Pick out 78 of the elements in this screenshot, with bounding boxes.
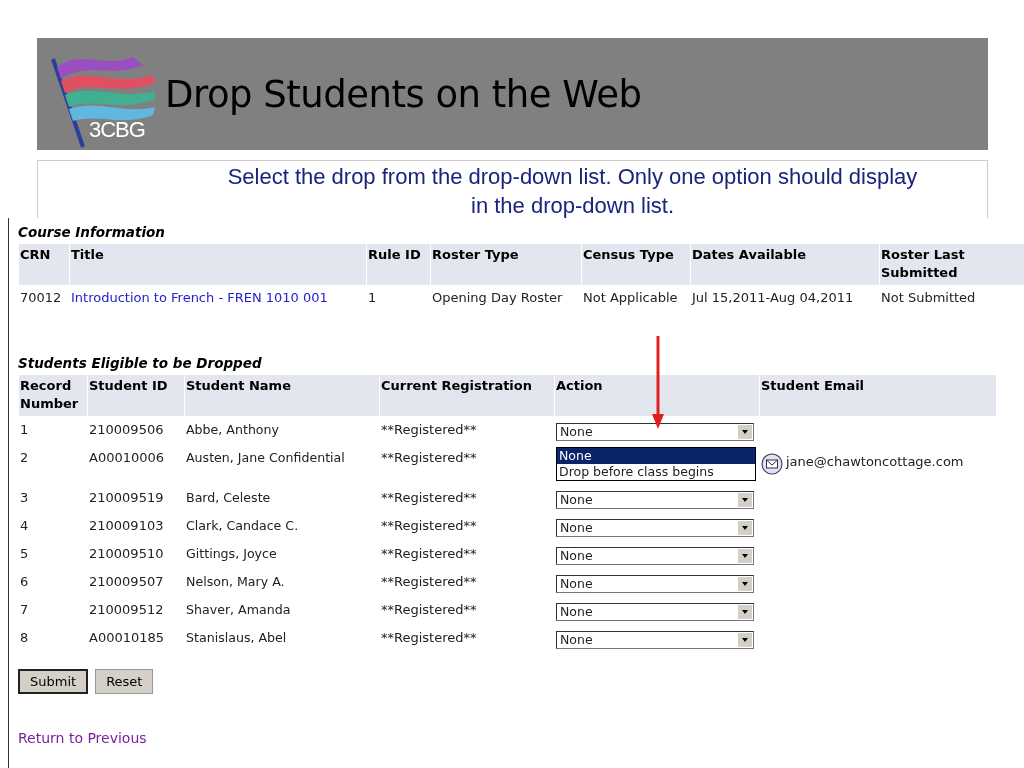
column-header: Roster Type (431, 244, 581, 285)
table-cell-text: 210009512 (88, 601, 165, 619)
column-header: Student Name (185, 375, 379, 416)
table-cell-text: **Registered** (380, 573, 478, 591)
table-cell-text: 2 (19, 449, 30, 467)
instruction-text: Select the drop from the drop-down list. Only one option should display in the drop-down list. (227, 163, 918, 220)
column-header: Student Email (760, 375, 996, 416)
caret-icon (738, 633, 752, 647)
table-cell-text: A00010006 (88, 449, 166, 467)
table-cell-text: 210009507 (88, 573, 165, 591)
action-dropdown[interactable]: None (556, 575, 754, 593)
column-header: Action (555, 375, 759, 416)
table-cell-text: 1 (367, 289, 378, 307)
column-header: Census Type (582, 244, 690, 285)
table-cell-text: 1 (19, 421, 30, 439)
table-cell-text: Gittings, Joyce (185, 545, 278, 563)
table-cell-text: Nelson, Mary A. (185, 573, 286, 591)
table-cell-text: **Registered** (380, 489, 478, 507)
course-title-link[interactable]: Introduction to French - FREN 1010 001 (71, 290, 328, 305)
table-cell-text: Abbe, Anthony (185, 421, 280, 439)
column-header: Student ID (88, 375, 184, 416)
table-cell-text: 210009103 (88, 517, 165, 535)
caret-icon (738, 493, 752, 507)
table-cell-text: **Registered** (380, 601, 478, 619)
column-header: Current Registration (380, 375, 554, 416)
table-cell-text: 7 (19, 601, 30, 619)
table-cell-text: **Registered** (380, 629, 478, 647)
table-cell-text: Clark, Candace C. (185, 517, 300, 535)
logo-text: 3CBG (89, 117, 145, 143)
column-header: Record Number (19, 375, 87, 416)
action-dropdown[interactable]: None (556, 423, 754, 441)
slide-title: Drop Students on the Web (165, 72, 642, 116)
column-header: Roster Last Submitted (880, 244, 1024, 285)
section-heading: Students Eligible to be Dropped (18, 355, 263, 371)
table-cell-text: 6 (19, 573, 30, 591)
action-dropdown[interactable]: None (556, 603, 754, 621)
table-cell-text: Shaver, Amanda (185, 601, 292, 619)
caret-icon (738, 577, 752, 591)
column-header: Title (70, 244, 366, 285)
student-email: jane@chawtoncottage.com (786, 453, 964, 471)
caret-icon (738, 605, 752, 619)
envelope-icon[interactable] (761, 453, 783, 475)
action-dropdown[interactable]: None (556, 547, 754, 565)
table-cell-text: 210009519 (88, 489, 165, 507)
caret-icon (738, 549, 752, 563)
table-cell-text: A00010185 (88, 629, 166, 647)
form-button[interactable]: Submit (18, 669, 89, 694)
form-button[interactable]: Reset (95, 669, 154, 694)
table-cell-text: Opening Day Roster (431, 289, 564, 307)
dropdown-option[interactable]: None (557, 448, 755, 464)
caret-icon (738, 425, 752, 439)
table-cell-text: **Registered** (380, 421, 478, 439)
table-cell-text: Stanislaus, Abel (185, 629, 288, 647)
table-cell-text: Not Submitted (880, 289, 977, 307)
dropdown-option[interactable]: Drop before class begins (557, 464, 755, 480)
table-cell-text: 4 (19, 517, 30, 535)
caret-icon (738, 521, 752, 535)
table-cell-text: **Registered** (380, 545, 478, 563)
table-cell-text: Austen, Jane Confidential (185, 449, 346, 467)
table-cell-text: Bard, Celeste (185, 489, 272, 507)
column-header: CRN (19, 244, 69, 285)
table-cell-text: 210009510 (88, 545, 165, 563)
table-cell-text: 8 (19, 629, 30, 647)
table-cell-text: 5 (19, 545, 30, 563)
action-dropdown[interactable]: None (556, 631, 754, 649)
table-cell-text: **Registered** (380, 449, 478, 467)
table-cell-text: **Registered** (380, 517, 478, 535)
section-heading: Course Information (18, 224, 166, 240)
table-cell-text: Not Applicable (582, 289, 679, 307)
column-header: Dates Available (691, 244, 879, 285)
table-cell-text: 3 (19, 489, 30, 507)
return-link[interactable]: Return to Previous (18, 730, 147, 746)
table-cell-text: 210009506 (88, 421, 165, 439)
table-cell-text: Jul 15,2011-Aug 04,2011 (691, 289, 855, 307)
column-header: Rule ID (367, 244, 430, 285)
action-dropdown[interactable]: None (556, 519, 754, 537)
table-cell-text: 70012 (19, 289, 63, 307)
action-dropdown[interactable]: None (556, 491, 754, 509)
